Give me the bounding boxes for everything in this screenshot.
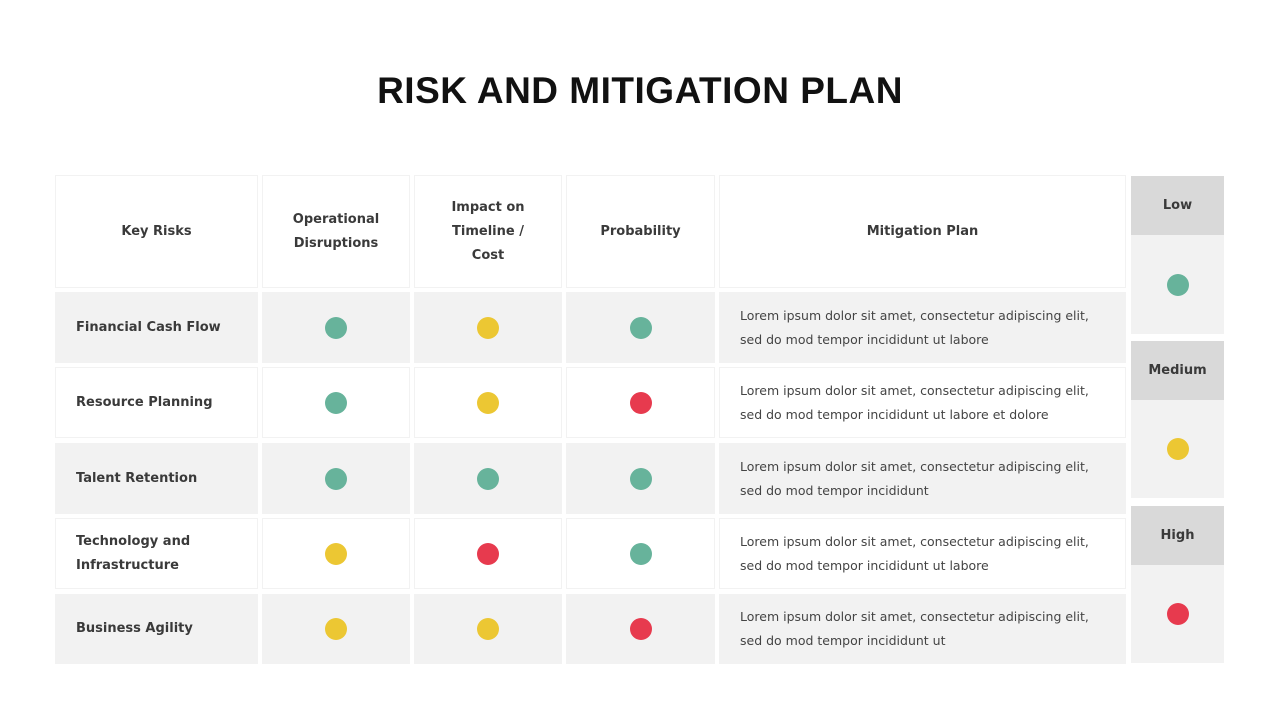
table-row-risk: Technology and Infrastructure xyxy=(55,518,258,589)
header-mitigation-label: Mitigation Plan xyxy=(866,223,979,239)
mitigation-text: Lorem ipsum dolor sit amet, consectetur … xyxy=(740,533,1089,573)
mitigation-cell: Lorem ipsum dolor sit amet, consectetur … xyxy=(719,443,1126,514)
impact-cell xyxy=(414,367,562,438)
status-dot-icon xyxy=(477,618,499,640)
probability-cell xyxy=(566,443,715,514)
legend-medium-label: Medium xyxy=(1131,341,1224,400)
operational-cell xyxy=(262,367,410,438)
probability-cell xyxy=(566,292,715,363)
table-row-risk: Financial Cash Flow xyxy=(55,292,258,363)
status-dot-icon xyxy=(325,618,347,640)
impact-cell xyxy=(414,518,562,589)
header-operational-label: Operational Disruptions xyxy=(292,211,380,251)
mitigation-text: Lorem ipsum dolor sit amet, consectetur … xyxy=(740,458,1089,498)
legend-medium-swatch xyxy=(1131,400,1224,498)
header-impact: Impact on Timeline / Cost xyxy=(414,175,562,288)
medium-dot-icon xyxy=(1166,438,1189,460)
high-dot-icon xyxy=(1166,603,1189,625)
mitigation-text: Lorem ipsum dolor sit amet, consectetur … xyxy=(740,382,1089,422)
impact-cell xyxy=(414,292,562,363)
risk-name: Business Agility xyxy=(76,621,193,636)
risk-name: Resource Planning xyxy=(76,394,213,410)
status-dot-icon xyxy=(325,542,347,565)
mitigation-text: Lorem ipsum dolor sit amet, consectetur … xyxy=(740,609,1089,648)
status-dot-icon xyxy=(629,542,652,565)
mitigation-text: Lorem ipsum dolor sit amet, consectetur … xyxy=(740,307,1089,347)
operational-cell xyxy=(262,518,410,589)
status-dot-icon xyxy=(477,542,499,565)
status-dot-icon xyxy=(325,467,347,490)
low-dot-icon xyxy=(1166,273,1189,296)
status-dot-icon xyxy=(477,316,499,339)
header-key-risks-label: Key Risks xyxy=(121,223,192,239)
mitigation-cell: Lorem ipsum dolor sit amet, consectetur … xyxy=(719,518,1126,589)
legend-low-swatch xyxy=(1131,235,1224,334)
header-probability: Probability xyxy=(566,175,715,288)
status-dot-icon xyxy=(325,391,347,414)
impact-cell xyxy=(414,594,562,664)
mitigation-cell: Lorem ipsum dolor sit amet, consectetur … xyxy=(719,292,1126,363)
table-row-risk: Business Agility xyxy=(55,594,258,664)
mitigation-cell: Lorem ipsum dolor sit amet, consectetur … xyxy=(719,367,1126,438)
mitigation-cell: Lorem ipsum dolor sit amet, consectetur … xyxy=(719,594,1126,664)
table-row-risk: Resource Planning xyxy=(55,367,258,438)
risk-name: Talent Retention xyxy=(76,470,198,486)
legend-high-label: High xyxy=(1131,506,1224,565)
status-dot-icon xyxy=(629,618,652,640)
header-operational: Operational Disruptions xyxy=(262,175,410,288)
status-dot-icon xyxy=(477,467,499,490)
status-dot-icon xyxy=(477,391,499,414)
impact-cell xyxy=(414,443,562,514)
page-title: RISK AND MITIGATION PLAN xyxy=(377,70,903,111)
status-dot-icon xyxy=(629,316,652,339)
probability-cell xyxy=(566,367,715,438)
operational-cell xyxy=(262,443,410,514)
header-impact-label: Impact on Timeline / Cost xyxy=(451,199,525,263)
probability-cell xyxy=(566,594,715,664)
header-mitigation: Mitigation Plan xyxy=(719,175,1126,288)
status-dot-icon xyxy=(629,467,652,490)
legend-high-swatch xyxy=(1131,565,1224,663)
risk-name: Technology and Infrastructure xyxy=(76,533,191,573)
status-dot-icon xyxy=(629,391,652,414)
operational-cell xyxy=(262,292,410,363)
table-row-risk: Talent Retention xyxy=(55,443,258,514)
legend-low-label: Low xyxy=(1131,176,1224,235)
header-probability-label: Probability xyxy=(600,223,681,239)
risk-name: Financial Cash Flow xyxy=(76,319,221,335)
probability-cell xyxy=(566,518,715,589)
status-dot-icon xyxy=(325,316,347,339)
operational-cell xyxy=(262,594,410,664)
header-key-risks: Key Risks xyxy=(55,175,258,288)
